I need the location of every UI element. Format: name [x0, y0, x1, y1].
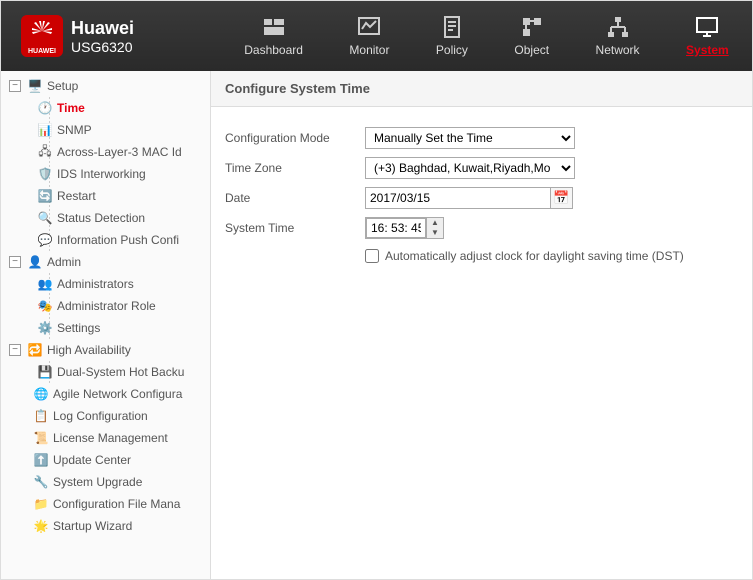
label-config-mode: Configuration Mode — [225, 131, 365, 145]
system-icon — [695, 15, 719, 39]
select-config-mode[interactable]: Manually Set the Time — [365, 127, 575, 149]
role-icon: 🎭 — [37, 298, 53, 314]
setup-icon: 🖥️ — [27, 78, 43, 94]
wizard-icon: 🌟 — [33, 518, 49, 534]
network-icon — [606, 15, 630, 39]
shield-icon: 🛡️ — [37, 166, 53, 182]
nav-network[interactable]: Network — [586, 7, 650, 65]
info-icon: 💬 — [37, 232, 53, 248]
users-icon: 👥 — [37, 276, 53, 292]
gear-icon: ⚙️ — [37, 320, 53, 336]
nav-system[interactable]: System — [676, 7, 739, 65]
sidebar-tree: − 🖥️ Setup 🕐Time 📊SNMP 🖧Across-Layer-3 M… — [1, 71, 211, 579]
policy-icon — [440, 15, 464, 39]
label-timezone: Time Zone — [225, 161, 365, 175]
tree-snmp[interactable]: 📊SNMP — [29, 119, 210, 141]
model-name: USG6320 — [71, 39, 134, 55]
tree-across-layer[interactable]: 🖧Across-Layer-3 MAC Id — [29, 141, 210, 163]
clock-icon: 🕐 — [37, 100, 53, 116]
ha-icon: 🔁 — [27, 342, 43, 358]
calendar-button[interactable]: 📅 — [551, 187, 573, 209]
tree-settings[interactable]: ⚙️Settings — [29, 317, 210, 339]
file-icon: 📁 — [33, 496, 49, 512]
nav-monitor[interactable]: Monitor — [339, 7, 399, 65]
tree-admin[interactable]: − 👤 Admin — [1, 251, 210, 273]
label-system-time: System Time — [225, 221, 365, 235]
label-date: Date — [225, 191, 365, 205]
dashboard-icon — [262, 15, 286, 39]
tree-ha[interactable]: − 🔁 High Availability — [1, 339, 210, 361]
tree-restart[interactable]: 🔄Restart — [29, 185, 210, 207]
logo-area: HUAWEI Huawei USG6320 — [1, 15, 221, 57]
select-timezone[interactable]: (+3) Baghdad, Kuwait,Riyadh,Mo — [365, 157, 575, 179]
input-system-time[interactable] — [366, 218, 426, 238]
license-icon: 📜 — [33, 430, 49, 446]
collapse-icon[interactable]: − — [9, 344, 21, 356]
snmp-icon: 📊 — [37, 122, 53, 138]
label-dst: Automatically adjust clock for daylight … — [385, 249, 684, 263]
tree-status-detection[interactable]: 🔍Status Detection — [29, 207, 210, 229]
huawei-logo-icon: HUAWEI — [21, 15, 63, 57]
tree-ids[interactable]: 🛡️IDS Interworking — [29, 163, 210, 185]
agile-icon: 🌐 — [33, 386, 49, 402]
checkbox-dst[interactable] — [365, 249, 379, 263]
backup-icon: 💾 — [37, 364, 53, 380]
collapse-icon[interactable]: − — [9, 256, 21, 268]
tree-admin-role[interactable]: 🎭Administrator Role — [29, 295, 210, 317]
tree-administrators[interactable]: 👥Administrators — [29, 273, 210, 295]
tree-upgrade[interactable]: 🔧System Upgrade — [1, 471, 210, 493]
tree-setup[interactable]: − 🖥️ Setup — [1, 75, 210, 97]
collapse-icon[interactable]: − — [9, 80, 21, 92]
nav-policy[interactable]: Policy — [426, 7, 478, 65]
restart-icon: 🔄 — [37, 188, 53, 204]
update-icon: ⬆️ — [33, 452, 49, 468]
tree-license[interactable]: 📜License Management — [1, 427, 210, 449]
tree-time[interactable]: 🕐Time — [29, 97, 210, 119]
calendar-icon: 📅 — [553, 190, 569, 206]
top-nav: Dashboard Monitor Policy Object Network … — [221, 1, 752, 71]
search-icon: 🔍 — [37, 210, 53, 226]
time-spin-down[interactable]: ▼ — [427, 228, 443, 238]
object-icon — [520, 15, 544, 39]
brand-name: Huawei — [71, 18, 134, 39]
monitor-icon — [357, 15, 381, 39]
input-date[interactable] — [365, 187, 551, 209]
tree-log[interactable]: 📋Log Configuration — [1, 405, 210, 427]
log-icon: 📋 — [33, 408, 49, 424]
tree-config-file[interactable]: 📁Configuration File Mana — [1, 493, 210, 515]
content-panel: Configure System Time Configuration Mode… — [211, 71, 752, 579]
tree-startup[interactable]: 🌟Startup Wizard — [1, 515, 210, 537]
tree-dual-system[interactable]: 💾Dual-System Hot Backu — [29, 361, 210, 383]
nav-dashboard[interactable]: Dashboard — [234, 7, 313, 65]
tree-agile[interactable]: 🌐Agile Network Configura — [1, 383, 210, 405]
upgrade-icon: 🔧 — [33, 474, 49, 490]
tree-update[interactable]: ⬆️Update Center — [1, 449, 210, 471]
nav-object[interactable]: Object — [504, 7, 559, 65]
time-spin-up[interactable]: ▲ — [427, 218, 443, 228]
admin-icon: 👤 — [27, 254, 43, 270]
tree-info-push[interactable]: 💬Information Push Confi — [29, 229, 210, 251]
svg-text:HUAWEI: HUAWEI — [28, 48, 56, 55]
app-header: HUAWEI Huawei USG6320 Dashboard Monitor … — [1, 1, 752, 71]
layer-icon: 🖧 — [37, 144, 53, 160]
panel-title: Configure System Time — [211, 71, 752, 107]
